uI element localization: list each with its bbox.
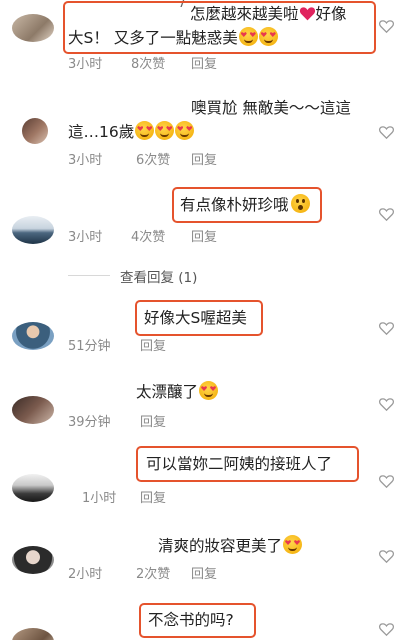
comment-text: 不念书的吗?: [148, 611, 234, 629]
like-heart-icon[interactable]: [378, 621, 395, 638]
like-heart-icon[interactable]: [378, 473, 395, 490]
like-heart-icon[interactable]: [378, 18, 395, 35]
reply-button[interactable]: 回复: [191, 53, 217, 72]
divider: [68, 275, 110, 276]
avatar[interactable]: [12, 628, 54, 640]
comment-item: 好像大S喔超美 51分钟 回复: [0, 300, 412, 360]
reply-button[interactable]: 回复: [140, 335, 166, 354]
comment-text: 好像大S喔超美: [144, 309, 247, 327]
avatar[interactable]: [12, 396, 54, 424]
comment-time: 1小时: [82, 491, 117, 506]
comment-item: 不念书的吗?: [0, 596, 412, 640]
surprised-emoji-icon: [290, 194, 310, 213]
like-heart-icon[interactable]: [378, 320, 395, 337]
comment-time: 3小时: [68, 57, 103, 72]
avatar[interactable]: [12, 14, 54, 42]
heart-eyes-emoji-icon: [199, 381, 219, 400]
comment-list: 7 怎麼越來越美啦 好像 大S！ 又多了一點魅惑美 3小时 8次赞 回复 噢買尬 …: [0, 0, 412, 640]
like-count[interactable]: 6次赞: [136, 149, 170, 168]
comment-item: 7 怎麼越來越美啦 好像 大S！ 又多了一點魅惑美 3小时 8次赞 回复: [0, 0, 412, 72]
comment-text: 有点像朴妍珍哦: [180, 193, 310, 217]
comment-time: 2小时: [68, 567, 103, 582]
comment-item: 太漂釀了 39分钟 回复: [0, 378, 412, 434]
reply-button[interactable]: 回复: [191, 149, 217, 168]
avatar[interactable]: [22, 118, 48, 144]
heart-eyes-emoji-icon: [155, 121, 175, 140]
comment-text: 太漂釀了: [136, 380, 219, 404]
reply-button[interactable]: 回复: [191, 226, 217, 245]
avatar[interactable]: [12, 546, 54, 574]
heart-eyes-emoji-icon: [135, 121, 155, 140]
like-count[interactable]: 2次赞: [136, 563, 170, 582]
avatar[interactable]: [12, 474, 54, 502]
like-count[interactable]: 4次赞: [131, 226, 165, 245]
like-heart-icon[interactable]: [378, 396, 395, 413]
avatar[interactable]: [12, 216, 54, 244]
comment-item: 可以當妳二阿姨的接班人了 1小时 回复: [0, 446, 412, 506]
heart-eyes-emoji-icon: [175, 121, 195, 140]
comment-text-line1: 噢買尬 無敵美～～這這: [191, 99, 351, 117]
view-replies-link[interactable]: 查看回复 (1): [120, 266, 197, 286]
reply-button[interactable]: 回复: [191, 563, 217, 582]
comment-item: 噢買尬 無敵美～～這這 這…16歲 3小时 6次赞 回复: [0, 96, 412, 168]
like-heart-icon[interactable]: [378, 548, 395, 565]
comment-time: 3小时: [68, 230, 103, 245]
reply-button[interactable]: 回复: [140, 411, 166, 430]
comment-time: 39分钟: [68, 415, 111, 430]
comment-text-line2: 這…16歲: [68, 120, 195, 144]
comment-time: 51分钟: [68, 339, 111, 354]
comment-text: 清爽的妝容更美了: [158, 534, 303, 558]
avatar[interactable]: [12, 322, 54, 350]
like-count[interactable]: 8次赞: [131, 53, 165, 72]
heart-eyes-emoji-icon: [283, 535, 303, 554]
like-heart-icon[interactable]: [378, 124, 395, 141]
comment-text: 可以當妳二阿姨的接班人了: [146, 455, 333, 473]
comment-item: 清爽的妝容更美了 2小时 2次赞 回复: [0, 532, 412, 584]
comment-item: 有点像朴妍珍哦 3小时 4次赞 回复: [0, 186, 412, 246]
comment-time: 3小时: [68, 153, 103, 168]
highlight-box: [63, 1, 376, 54]
reply-button[interactable]: 回复: [140, 487, 166, 506]
like-heart-icon[interactable]: [378, 206, 395, 223]
